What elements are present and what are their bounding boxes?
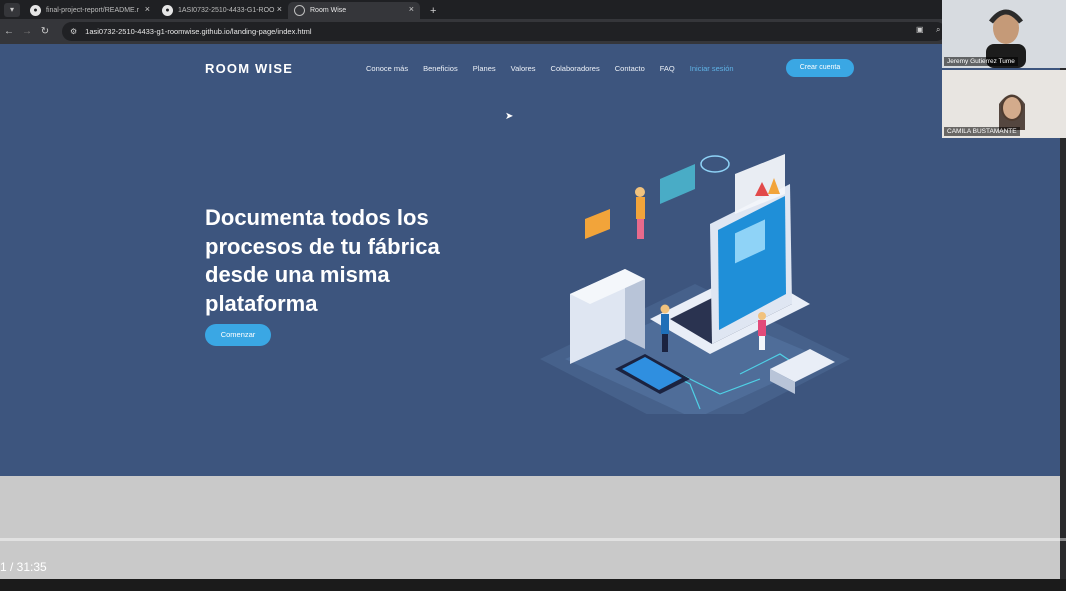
- scrollbar-track: [1060, 476, 1066, 579]
- face-front-shape: [1003, 97, 1021, 119]
- url-text: 1asi0732-2510-4433-g1-roomwise.github.io…: [85, 27, 312, 36]
- nav-item-valores[interactable]: Valores: [511, 64, 536, 73]
- info-panel-shape: [660, 164, 695, 204]
- close-icon[interactable]: ×: [409, 4, 414, 14]
- person-legs-shape: [759, 336, 765, 350]
- tab-title: Room Wise: [310, 7, 347, 14]
- participant-name: Jeremy Gutierrez Tume: [944, 57, 1018, 66]
- start-button[interactable]: Comenzar: [205, 324, 271, 346]
- globe-icon: o: [294, 5, 305, 16]
- github-icon: ●: [162, 5, 173, 16]
- new-tab-button[interactable]: +: [430, 5, 436, 17]
- close-icon[interactable]: ×: [277, 4, 282, 14]
- tab-title: 1ASI0732-2510-4433-G1-ROO: [178, 7, 275, 14]
- tab-room-wise[interactable]: o Room Wise ×: [288, 2, 420, 19]
- create-account-button[interactable]: Crear cuenta: [786, 59, 854, 77]
- mouse-cursor-icon: ➤: [505, 111, 514, 122]
- main-nav: Conoce más Beneficios Planes Valores Col…: [366, 64, 734, 73]
- landing-page: ROOM WISE Conoce más Beneficios Planes V…: [0, 44, 1060, 476]
- zoom-icon[interactable]: ⌕: [936, 25, 940, 35]
- reload-icon[interactable]: ↻: [36, 26, 54, 37]
- person-legs-shape: [662, 334, 668, 352]
- forward-icon[interactable]: →: [18, 26, 36, 37]
- site-info-icon[interactable]: ⚙: [70, 27, 77, 36]
- person-head-shape: [660, 304, 670, 314]
- nav-item-beneficios[interactable]: Beneficios: [423, 64, 458, 73]
- back-icon[interactable]: ←: [0, 26, 18, 37]
- person-head-shape: [635, 187, 645, 197]
- nav-item-faq[interactable]: FAQ: [660, 64, 675, 73]
- login-link[interactable]: Iniciar sesión: [690, 64, 734, 73]
- person-legs-shape: [637, 219, 644, 239]
- hero-headline: Documenta todos los procesos de tu fábri…: [205, 205, 440, 316]
- tab-repo[interactable]: ● 1ASI0732-2510-4433-G1-ROO ×: [156, 2, 288, 19]
- next-section-band: [0, 476, 1060, 579]
- tab-search-icon[interactable]: ▾: [4, 3, 20, 17]
- person-head-shape: [758, 312, 766, 320]
- browser-toolbar: ← → ↻ ⚙ 1asi0732-2510-4433-g1-roomwise.g…: [0, 19, 1066, 44]
- participant-name: CAMILA BUSTAMANTE: [944, 127, 1020, 136]
- person-body-shape: [636, 197, 645, 219]
- nav-item-contacto[interactable]: Contacto: [615, 64, 645, 73]
- video-timecode: 1 / 31:35: [0, 560, 47, 574]
- address-bar[interactable]: ⚙ 1asi0732-2510-4433-g1-roomwise.github.…: [62, 22, 946, 41]
- tab-readme[interactable]: ● final-project-report/README.r ×: [24, 2, 156, 19]
- player-bottom-bar: [0, 579, 1066, 591]
- nav-item-planes[interactable]: Planes: [473, 64, 496, 73]
- person-body-shape: [758, 320, 766, 336]
- hero-illustration: [540, 154, 850, 414]
- tab-title: final-project-report/README.r: [46, 7, 139, 14]
- translate-icon[interactable]: ▣: [916, 25, 924, 34]
- close-icon[interactable]: ×: [145, 4, 150, 14]
- github-icon: ●: [30, 5, 41, 16]
- nav-item-conoce-mas[interactable]: Conoce más: [366, 64, 408, 73]
- screen: ▾ ● final-project-report/README.r × ● 1A…: [0, 0, 1066, 591]
- participant-video-1: Jeremy Gutierrez Tume: [942, 0, 1066, 68]
- orange-card-shape: [585, 209, 610, 239]
- cloud-icon: [700, 155, 730, 173]
- nav-item-colaboradores[interactable]: Colaboradores: [551, 64, 600, 73]
- participant-video-2: CAMILA BUSTAMANTE: [942, 70, 1066, 138]
- person-body-shape: [661, 314, 669, 334]
- browser-tab-strip: ▾ ● final-project-report/README.r × ● 1A…: [0, 0, 1066, 19]
- video-progress-bar[interactable]: [0, 538, 1066, 541]
- brand-logo[interactable]: ROOM WISE: [205, 61, 293, 76]
